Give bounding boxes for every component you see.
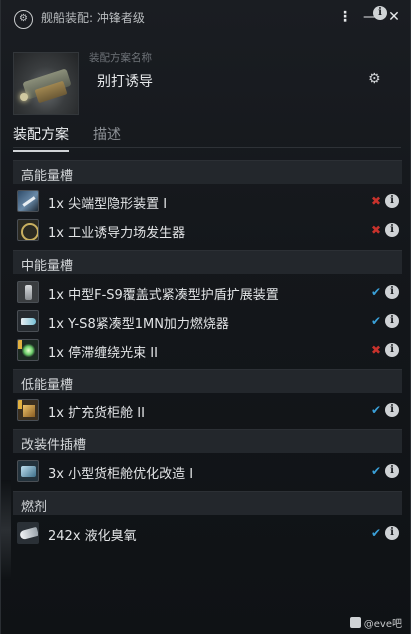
item-label: 242x 液化臭氧 (48, 529, 137, 544)
valid-icon: ✔ (371, 314, 382, 328)
valid-icon: ✔ (371, 526, 382, 540)
fit-name[interactable]: 别打诱导 (97, 71, 153, 91)
section-fuel: 燃剂 (13, 491, 402, 515)
info-icon[interactable]: i (385, 403, 399, 417)
shield-extender-icon (17, 281, 39, 303)
menu-icon[interactable]: ⋮ (338, 9, 352, 25)
list-item[interactable]: 1x Y-S8紧凑型1MN加力燃烧器 ✔ i (13, 308, 402, 336)
stasis-web-icon (17, 339, 39, 361)
afterburner-icon (17, 310, 39, 332)
background-art (1, 480, 11, 580)
fitting-icon: ⚙ (14, 10, 33, 29)
list-item[interactable]: 242x 液化臭氧 ✔ i (13, 520, 402, 548)
info-icon[interactable]: i (385, 343, 399, 357)
divider (13, 147, 401, 148)
gear-icon[interactable]: ⚙ (368, 71, 381, 87)
list-item[interactable]: 1x 工业诱导力场发生器 ✖ i (13, 217, 402, 245)
ship-fitting-window: ⚙ 舰船装配: 冲锋者级 ⋮ — ✕ 装配方案名称 别打诱导 ⚙ i 装配方案 … (0, 0, 411, 634)
window-controls: ⋮ — ✕ (338, 9, 400, 25)
info-icon[interactable]: i (385, 464, 399, 478)
field-generator-icon (17, 219, 39, 241)
list-item[interactable]: 1x 尖端型隐形装置 I ✖ i (13, 188, 402, 216)
list-item[interactable]: 3x 小型货柜舱优化改造 I ✔ i (13, 458, 402, 486)
list-item[interactable]: 1x 扩充货柜舱 II ✔ i (13, 397, 402, 425)
invalid-icon: ✖ (371, 343, 382, 357)
valid-icon: ✔ (371, 285, 382, 299)
info-icon[interactable]: i (385, 223, 399, 237)
item-label: 1x 尖端型隐形装置 I (48, 197, 168, 212)
watermark: @eve吧 (349, 615, 402, 630)
section-low-slots: 低能量槽 (13, 369, 402, 393)
info-icon[interactable]: i (385, 285, 399, 299)
section-title: 中能量槽 (21, 259, 74, 274)
cargo-expander-icon (17, 399, 39, 421)
item-label: 1x 停滞缠绕光束 II (48, 346, 158, 361)
item-label: 3x 小型货柜舱优化改造 I (48, 467, 194, 482)
titlebar[interactable]: ⚙ 舰船装配: 冲锋者级 ⋮ — ✕ (1, 0, 411, 44)
section-high-slots: 高能量槽 (13, 160, 402, 184)
fit-name-label: 装配方案名称 (89, 52, 152, 64)
invalid-icon: ✖ (371, 223, 382, 237)
item-label: 1x 工业诱导力场发生器 (48, 226, 186, 241)
section-title: 改装件插槽 (21, 438, 87, 453)
close-icon[interactable]: ✕ (388, 9, 400, 25)
section-title: 燃剂 (21, 500, 48, 515)
cloak-icon (17, 190, 39, 212)
valid-icon: ✔ (371, 464, 382, 478)
info-icon[interactable]: i (385, 526, 399, 540)
info-icon[interactable]: i (385, 194, 399, 208)
list-item[interactable]: 1x 中型F-S9覆盖式紧凑型护盾扩展装置 ✔ i (13, 279, 402, 307)
list-item[interactable]: 1x 停滞缠绕光束 II ✖ i (13, 337, 402, 365)
item-label: 1x Y-S8紧凑型1MN加力燃烧器 (48, 317, 229, 332)
section-mid-slots: 中能量槽 (13, 250, 402, 274)
invalid-icon: ✖ (371, 194, 382, 208)
section-title: 低能量槽 (21, 378, 74, 393)
item-label: 1x 扩充货柜舱 II (48, 406, 145, 421)
section-rig-slots: 改装件插槽 (13, 429, 402, 453)
item-label: 1x 中型F-S9覆盖式紧凑型护盾扩展装置 (48, 288, 279, 303)
rig-icon (17, 460, 39, 482)
info-icon[interactable]: i (373, 6, 387, 20)
window-title: 舰船装配: 冲锋者级 (41, 11, 145, 25)
ship-image[interactable] (13, 52, 79, 115)
section-title: 高能量槽 (21, 169, 74, 184)
info-icon[interactable]: i (385, 314, 399, 328)
watermark-text: @eve吧 (363, 619, 402, 630)
valid-icon: ✔ (371, 403, 382, 417)
watermark-icon (349, 617, 361, 628)
ozone-icon (17, 522, 39, 544)
